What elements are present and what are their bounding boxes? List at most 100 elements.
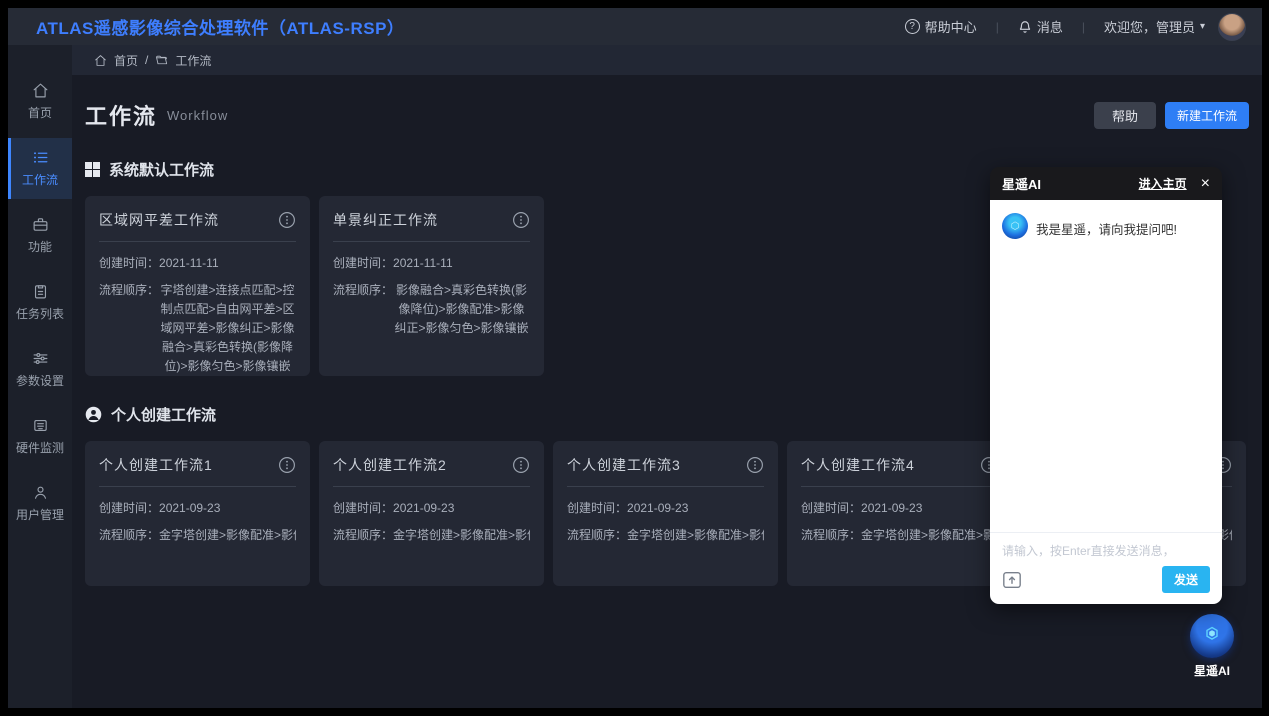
toolbox-icon <box>32 216 49 233</box>
created-value: 2021-11-11 <box>159 254 219 273</box>
breadcrumb-separator: / <box>145 53 148 67</box>
sidebar-item-parameters[interactable]: 参数设置 <box>8 339 72 400</box>
hardware-monitor-icon <box>32 417 49 434</box>
home-icon <box>94 54 107 67</box>
ai-chat-panel: 星遥AI 进入主页 × ⬡ 我是星遥，请向我提问吧! 发送 <box>990 167 1222 604</box>
page-title-row: 工作流 Workflow 帮助 新建工作流 <box>85 99 1249 131</box>
section-title: 系统默认工作流 <box>109 159 214 180</box>
card-title: 个人创建工作流3 <box>567 455 681 475</box>
folder-open-icon <box>155 54 168 67</box>
close-icon[interactable]: × <box>1201 176 1210 192</box>
card-title: 个人创建工作流4 <box>801 455 915 475</box>
page-subtitle: Workflow <box>167 108 228 123</box>
breadcrumb: 首页 / 工作流 <box>72 45 1262 75</box>
home-icon <box>32 82 49 99</box>
flow-value: 影像融合>真彩色转换(影像降位)>影像配准>影像纠正>影像匀色>影像镶嵌 <box>393 281 530 338</box>
workflow-card[interactable]: 个人创建工作流4 创建时间： 2021-09-23 流程顺序： 金字塔创建>影像… <box>787 441 1012 586</box>
sidebar-item-label: 用户管理 <box>16 506 64 523</box>
new-workflow-button[interactable]: 新建工作流 <box>1165 102 1249 129</box>
created-value: 2021-11-11 <box>393 254 453 273</box>
grid-squares-icon <box>85 162 100 177</box>
workflow-card[interactable]: 单景纠正工作流 创建时间： 2021-11-11 流程顺序： 影像融合>真彩色转… <box>319 196 544 376</box>
header-right-menu: ? 帮助中心 | 消息 | 欢迎您，管理员 ▾ <box>905 13 1246 41</box>
more-options-icon[interactable] <box>512 456 530 474</box>
ai-hexagon-icon <box>1200 624 1224 648</box>
created-value: 2021-09-23 <box>393 499 454 518</box>
created-value: 2021-09-23 <box>627 499 688 518</box>
created-label: 创建时间： <box>333 499 393 518</box>
divider <box>99 486 296 487</box>
flow-label: 流程顺序： <box>567 526 627 545</box>
card-title: 个人创建工作流2 <box>333 455 447 475</box>
divider <box>333 486 530 487</box>
section-title: 个人创建工作流 <box>111 404 216 425</box>
more-options-icon[interactable] <box>278 211 296 229</box>
header-divider: | <box>990 20 1005 34</box>
sidebar-item-label: 参数设置 <box>16 372 64 389</box>
floating-ai-label: 星遥AI <box>1184 662 1240 679</box>
user-menu[interactable]: 欢迎您，管理员 ▾ <box>1104 17 1205 36</box>
flow-label: 流程顺序： <box>99 281 159 376</box>
flow-value: 金字塔创建>影像配准>影像融 <box>861 526 998 545</box>
help-center-label: 帮助中心 <box>925 17 977 36</box>
help-button[interactable]: 帮助 <box>1094 102 1156 129</box>
user-circle-icon <box>85 406 102 423</box>
ai-logo-icon <box>1190 614 1234 658</box>
sidebar-item-task-list[interactable]: 任务列表 <box>8 272 72 333</box>
chat-input[interactable] <box>1002 542 1210 560</box>
sidebar-item-home[interactable]: 首页 <box>8 71 72 132</box>
created-value: 2021-09-23 <box>159 499 220 518</box>
top-header: ATLAS遥感影像综合处理软件（ATLAS-RSP） ? 帮助中心 | 消息 |… <box>8 8 1262 45</box>
chat-home-link[interactable]: 进入主页 <box>1139 175 1187 192</box>
floating-ai-widget[interactable]: 星遥AI <box>1184 614 1240 679</box>
upload-file-icon[interactable] <box>1002 571 1022 589</box>
flow-value: 金字塔创建>影像配准>影像融 <box>159 526 296 545</box>
avatar[interactable] <box>1218 13 1246 41</box>
divider <box>99 241 296 242</box>
app-window: ATLAS遥感影像综合处理软件（ATLAS-RSP） ? 帮助中心 | 消息 |… <box>8 8 1262 708</box>
sidebar-item-workflow[interactable]: 工作流 <box>8 138 72 199</box>
more-options-icon[interactable] <box>746 456 764 474</box>
created-value: 2021-09-23 <box>861 499 922 518</box>
divider <box>333 241 530 242</box>
sidebar-item-users[interactable]: 用户管理 <box>8 473 72 534</box>
chat-header: 星遥AI 进入主页 × <box>990 167 1222 200</box>
sidebar-item-label: 硬件监测 <box>16 439 64 456</box>
workflow-list-icon <box>32 149 49 166</box>
breadcrumb-home[interactable]: 首页 <box>114 52 138 69</box>
bell-icon <box>1018 20 1032 34</box>
workflow-card[interactable]: 个人创建工作流2 创建时间： 2021-09-23 流程顺序： 金字塔创建>影像… <box>319 441 544 586</box>
chat-input-area: 发送 <box>990 532 1222 604</box>
messages-link[interactable]: 消息 <box>1018 17 1063 36</box>
sidebar-item-hardware[interactable]: 硬件监测 <box>8 406 72 467</box>
divider <box>567 486 764 487</box>
more-options-icon[interactable] <box>512 211 530 229</box>
sidebar-item-label: 首页 <box>28 104 52 121</box>
sidebar: 首页 工作流 功能 任务列表 参数设置 硬件监测 用户管理 <box>8 45 72 708</box>
sidebar-item-label: 工作流 <box>22 171 58 188</box>
chat-welcome-message: 我是星遥，请向我提问吧! <box>1036 213 1177 238</box>
created-label: 创建时间： <box>99 499 159 518</box>
user-icon <box>32 484 49 501</box>
sidebar-item-functions[interactable]: 功能 <box>8 205 72 266</box>
welcome-label: 欢迎您，管理员 <box>1104 17 1195 36</box>
workflow-card[interactable]: 个人创建工作流1 创建时间： 2021-09-23 流程顺序： 金字塔创建>影像… <box>85 441 310 586</box>
help-center-link[interactable]: ? 帮助中心 <box>905 17 977 36</box>
ai-avatar-icon: ⬡ <box>1002 213 1028 239</box>
card-title: 个人创建工作流1 <box>99 455 213 475</box>
chevron-down-icon: ▾ <box>1200 21 1205 32</box>
flow-value: 金字塔创建>影像配准>影像融 <box>393 526 530 545</box>
divider <box>801 486 998 487</box>
sidebar-item-label: 任务列表 <box>16 305 64 322</box>
flow-label: 流程顺序： <box>333 526 393 545</box>
card-title: 区域网平差工作流 <box>99 210 219 230</box>
workflow-card[interactable]: 区域网平差工作流 创建时间： 2021-11-11 流程顺序： 字塔创建>连接点… <box>85 196 310 376</box>
page-title: 工作流 <box>85 99 157 131</box>
workflow-card[interactable]: 个人创建工作流3 创建时间： 2021-09-23 流程顺序： 金字塔创建>影像… <box>553 441 778 586</box>
more-options-icon[interactable] <box>278 456 296 474</box>
flow-label: 流程顺序： <box>801 526 861 545</box>
app-title: ATLAS遥感影像综合处理软件（ATLAS-RSP） <box>36 14 404 39</box>
created-label: 创建时间： <box>567 499 627 518</box>
send-button[interactable]: 发送 <box>1162 566 1210 593</box>
help-circle-icon: ? <box>905 19 920 34</box>
